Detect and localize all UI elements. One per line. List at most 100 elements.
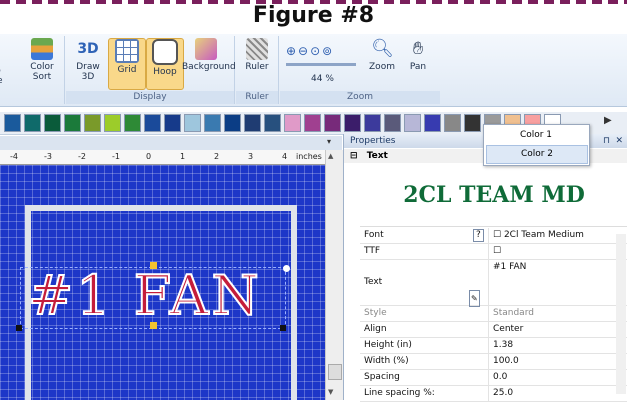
background-button[interactable]: Background [182,38,236,72]
hoop-button[interactable]: Hoop [146,38,184,90]
properties-scrollbar[interactable] [616,234,626,394]
property-value[interactable]: ? ☐ 2Cl Team Medium [473,228,623,243]
property-value[interactable]: 100.0 [488,354,623,369]
selection-handle-corner-right[interactable] [280,325,286,331]
property-name: Style [364,308,387,318]
draw3d-button[interactable]: 3D Draw 3D [70,38,106,82]
collapse-icon[interactable]: ⊟ [344,151,358,161]
design-text[interactable]: #1 FAN [27,264,262,328]
ttf-checkbox-icon[interactable]: ☐ [493,246,501,256]
property-value[interactable]: 25.0 [488,386,623,401]
property-value[interactable]: 0.0 [488,370,623,385]
property-row[interactable]: Style Standard [360,306,627,322]
help-icon[interactable]: ? [473,229,484,242]
property-name: Text [364,277,383,287]
palette-swatch[interactable] [124,114,141,132]
palette-swatch[interactable] [4,114,21,132]
palette-swatch[interactable] [64,114,81,132]
palette-swatch[interactable] [384,114,401,132]
font-checkbox-icon[interactable]: ☐ [493,230,504,240]
palette-swatch[interactable] [304,114,321,132]
palette-swatch[interactable] [364,114,381,132]
display-group-label: Display [66,91,234,104]
selection-handle-bottom[interactable] [150,322,157,329]
color-sort-label: Color Sort [30,62,54,82]
property-value[interactable]: 1.38 [488,338,623,353]
ruler-tick-label: -3 [44,152,52,161]
palette-swatch[interactable] [44,114,61,132]
palette-swatch[interactable] [84,114,101,132]
canvas-menu-chevron-icon[interactable]: ▾ [327,137,331,146]
zoom-slider[interactable] [286,63,356,66]
palette-swatch[interactable] [424,114,441,132]
color-dropdown-menu: Color 1 Color 2 [483,124,590,166]
palette-swatch[interactable] [464,114,481,132]
ruler-tick-label: -4 [10,152,18,161]
color-sort-button[interactable]: Color Sort [24,38,60,82]
property-value[interactable]: Center [488,322,623,337]
property-row[interactable]: Align Center [360,322,627,338]
scroll-up-icon[interactable]: ▲ [328,152,333,160]
zoom-percent: 44 % [311,74,334,84]
palette-swatch[interactable] [324,114,341,132]
palette-swatch[interactable] [24,114,41,132]
property-row[interactable]: Text #1 FAN ✎ [360,260,627,307]
palette-swatch[interactable] [144,114,161,132]
property-row[interactable]: TTF ☐ [360,244,627,260]
property-name: Width (%) [364,356,409,366]
scrollbar-thumb[interactable] [328,364,342,380]
palette-swatch[interactable] [164,114,181,132]
properties-panel: Properties ⊓ ✕ ⊟ Text 2CL TEAM MD Font? ☐… [343,134,627,402]
selection-handle-top[interactable] [150,262,157,269]
draw3d-icon: 3D [77,41,99,57]
property-value[interactable]: ☐ [488,244,623,259]
palette-swatch[interactable] [444,114,461,132]
color-1-option[interactable]: Color 1 [486,127,586,144]
palette-swatch[interactable] [244,114,261,132]
figure-title: Figure #8 [252,3,375,28]
palette-swatch[interactable] [264,114,281,132]
font-preview: 2CL TEAM MD [360,164,627,227]
ribbon-group-ruler: Ruler Ruler [236,36,279,104]
ruler-button[interactable]: Ruler [239,38,275,72]
property-name: Height (in) [364,340,412,350]
palette-swatch[interactable] [224,114,241,132]
selection-handle-rotate[interactable] [283,265,290,272]
zoom-button[interactable]: 🔍︎ Zoom [364,38,400,72]
design-canvas[interactable]: #1 FAN [0,165,325,400]
zoom-preset-icons[interactable]: ⊕⊖⊙⊚ [286,44,334,58]
scroll-down-icon[interactable]: ▼ [328,388,333,396]
palette-swatch[interactable] [284,114,301,132]
property-row[interactable]: Height (in) 1.38 [360,338,627,354]
pin-icon[interactable]: ⊓ [603,134,610,148]
partial-button-label[interactable]: o te [0,66,16,86]
pan-button[interactable]: ✋︎ Pan [400,38,436,72]
property-name: Line spacing %: [364,388,435,398]
property-value[interactable]: Standard [488,306,623,321]
palette-scroll-right-icon[interactable]: ▶ [604,115,612,126]
property-row[interactable]: Spacing 0.0 [360,370,627,386]
color-2-option[interactable]: Color 2 [486,145,588,164]
color-sort-icon [31,38,53,60]
grid-button[interactable]: Grid [108,38,146,90]
palette-swatch[interactable] [404,114,421,132]
property-name: Spacing [364,372,400,382]
pan-label: Pan [409,62,427,72]
hand-icon: ✋︎ [412,38,424,59]
close-icon[interactable]: ✕ [615,134,623,148]
property-row[interactable]: Font? ☐ 2Cl Team Medium [360,228,627,244]
palette-swatch[interactable] [344,114,361,132]
property-row[interactable]: Width (%) 100.0 [360,354,627,370]
palette-swatch[interactable] [184,114,201,132]
palette-swatch[interactable] [204,114,221,132]
text-edit-icon[interactable]: ✎ [469,290,480,307]
ruler-tick-label: 0 [146,152,152,161]
ruler-tick-label: 3 [248,152,254,161]
ribbon-group-display: 3D Draw 3D Grid Hoop Background Display [66,36,236,104]
ruler-tick-label: -1 [112,152,120,161]
palette-swatch[interactable] [104,114,121,132]
selection-handle-corner[interactable] [16,325,22,331]
ribbon-group-zoom: ⊕⊖⊙⊚ 44 % 🔍︎ Zoom ✋︎ Pan Zoom [280,36,440,104]
property-value[interactable]: #1 FAN ✎ [469,260,623,307]
canvas-vertical-scrollbar[interactable]: ▲ ▼ [325,150,343,400]
